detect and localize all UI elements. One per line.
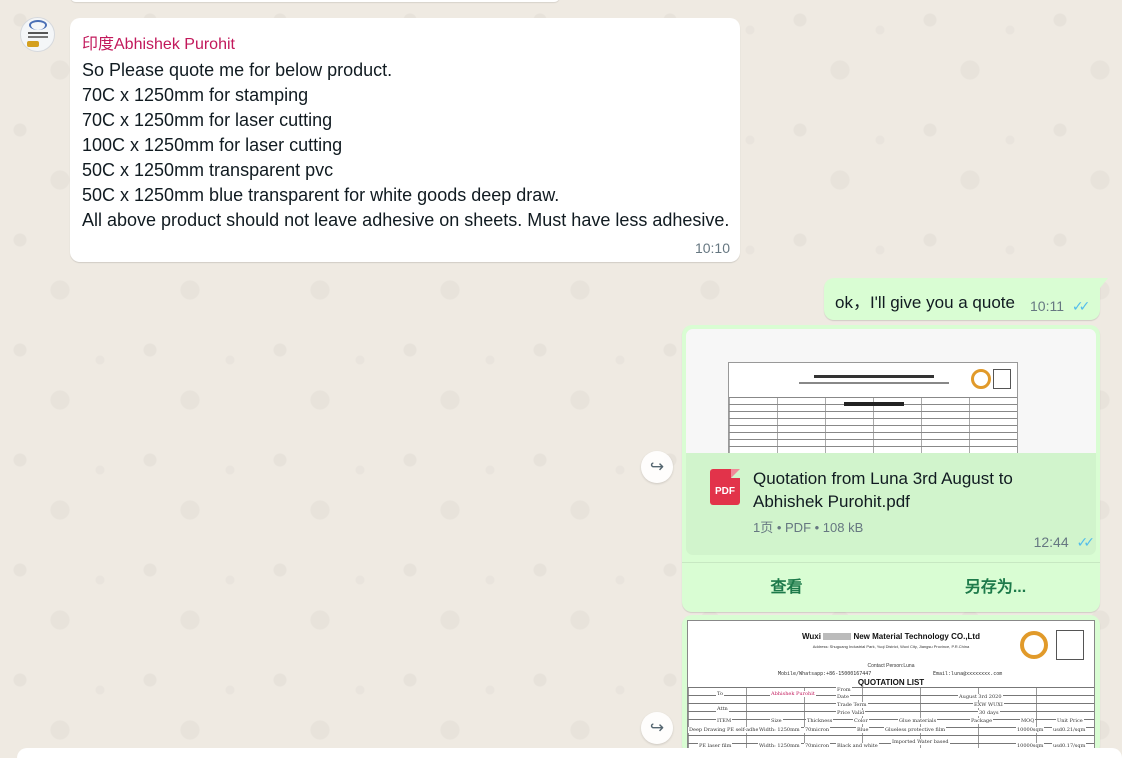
table-header: Package [970,718,994,724]
table-cell: 70micron [804,727,831,733]
forward-icon[interactable]: ↪ [641,451,673,483]
table-cell: Imported Water based [891,739,950,745]
view-button[interactable]: 查看 [682,563,891,612]
contact-person: Contact Person:Luna [867,663,915,669]
table-header: Glue materials [898,718,938,724]
message-line: 50C x 1250mm transparent pvc [82,160,334,180]
table-header: Size [770,718,783,724]
table-cell: Trade Term [836,702,868,708]
table-cell: To [716,691,724,697]
table-cell: EXW WUXI [973,702,1004,708]
document-page-preview [728,362,1018,453]
table-cell: 10000sqm [1016,727,1045,733]
table-header: MOQ [1020,718,1036,724]
message-line: So Please quote me for below product. [82,60,393,80]
sender-name[interactable]: 印度Abhishek Purohit [82,30,728,54]
sgs-logo-icon [1020,631,1048,659]
bubble-tail [1100,278,1108,288]
contact-email: Email:luna@xxxxxxxx.com [933,671,1003,677]
table-cell: August 3rd 2020 [958,694,1003,700]
quotation-title: QUOTATION LIST [857,678,925,687]
save-as-button[interactable]: 另存为... [891,563,1100,612]
table-cell: Glueless protective film [884,727,947,733]
table-cell: Blue [856,727,870,733]
message-time-status: 12:44 ✓✓ [1033,534,1096,551]
document-message-bubble[interactable]: PDF Quotation from Luna 3rd August to Ab… [682,325,1100,612]
preview-heading-line [814,375,934,378]
double-check-read-icon: ✓✓ [1071,298,1091,314]
message-time: 12:44 [1033,534,1069,550]
message-line: 50C x 1250mm blue transparent for white … [82,185,560,205]
table-cell: Price Valid [836,710,866,716]
message-time-status: 10:11 ✓✓ [1030,298,1091,315]
table-header: Unit Price [1056,718,1084,724]
table-cell: Width: 1250mm [758,727,801,733]
message-time: 10:10 [694,240,730,256]
table-header: Color [853,718,869,724]
outgoing-message-bubble[interactable]: ok，I'll give you a quote 10:11 ✓✓ [824,278,1108,320]
pdf-file-icon: PDF [710,469,740,505]
avatar-logo-lines [28,32,48,34]
avatar-logo-badge [27,41,39,47]
table-header: ITEM [716,718,733,724]
certification-logo-icon [971,369,991,389]
contact-mobile: Mobile/Whatsapp:+86-15000167447 [778,671,872,677]
previous-message-bubble [70,0,560,2]
message-line: 70C x 1250mm for stamping [82,85,309,105]
message-text: ok，I'll give you a quote [835,293,1015,312]
image-message-bubble[interactable]: Wuxi New Material Technology CO.,Ltd Add… [682,615,1100,755]
message-line: 70C x 1250mm for laser cutting [82,110,333,130]
table-cell: From [836,687,852,693]
sender-avatar[interactable] [20,17,55,52]
table-cell: 30 days [978,710,1000,716]
document-file-name[interactable]: Quotation from Luna 3rd August to Abhish… [753,467,1073,513]
forward-icon[interactable]: ↪ [641,712,673,744]
table-cell: Attn [716,706,729,712]
table-header: Thickness [806,718,834,724]
double-check-read-icon: ✓✓ [1076,534,1096,550]
message-time: 10:11 [1030,298,1064,314]
preview-title-line [844,402,904,406]
avatar-logo-ring [29,20,47,30]
ukas-logo-icon [1056,630,1084,660]
preview-subheading-line [799,382,949,384]
document-thumbnail[interactable] [686,329,1096,453]
redacted-text [823,633,852,641]
certification-badge-icon [993,369,1011,389]
composer-bar-edge [17,748,1122,758]
table-cell: Abhishek Purohit [770,691,816,697]
table-cell: Date [836,694,850,700]
document-actions: 查看 另存为... [682,562,1100,612]
table-cell: usd0.21/sqm [1052,727,1087,733]
quotation-image[interactable]: Wuxi New Material Technology CO.,Ltd Add… [687,620,1095,755]
message-line: 100C x 1250mm for laser cutting [82,135,343,155]
document-meta: 1页 • PDF • 108 kB [753,520,864,535]
message-line: All above product should not leave adhes… [82,210,730,230]
incoming-message-bubble[interactable]: 印度Abhishek Purohit So Please quote me fo… [70,18,740,262]
